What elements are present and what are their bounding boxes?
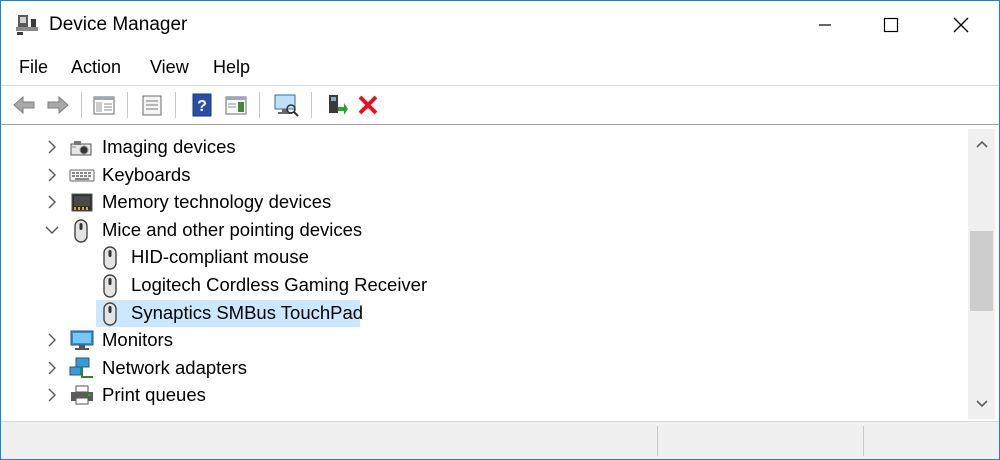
keyboard-icon (69, 164, 95, 186)
maximize-button[interactable] (861, 1, 921, 49)
minimize-icon (819, 24, 831, 26)
chevron-right-icon (48, 140, 56, 154)
expand-toggle[interactable] (43, 166, 61, 184)
tree-item[interactable]: Logitech Cordless Gaming Receiver (7, 272, 968, 298)
action-pane-icon (225, 96, 247, 115)
expand-toggle[interactable] (43, 193, 61, 211)
tree-item[interactable]: Print queues (7, 382, 968, 408)
help-button[interactable]: ? (189, 92, 215, 118)
tree-item-label: HID-compliant mouse (131, 246, 309, 268)
menu-file[interactable]: File (19, 57, 48, 78)
tree-item-label: Imaging devices (102, 136, 236, 157)
mouse-icon (98, 246, 122, 271)
mouse-icon (98, 301, 122, 326)
tree-item-label: Monitors (102, 329, 173, 351)
minimize-button[interactable] (795, 1, 855, 49)
chevron-down-icon (975, 400, 988, 408)
close-button[interactable] (931, 1, 991, 49)
tree-item[interactable]: Memory technology devices (7, 189, 968, 215)
tree-item[interactable]: Mice and other pointing devices (7, 217, 968, 243)
tree-item[interactable]: Monitors (7, 327, 968, 353)
tree-item-label: Keyboards (102, 163, 191, 185)
chevron-right-icon (48, 388, 56, 402)
chevron-right-icon (48, 168, 56, 182)
window-title: Device Manager (49, 14, 188, 35)
status-divider (657, 426, 658, 456)
chevron-down-icon (45, 226, 59, 234)
expand-toggle[interactable] (43, 386, 61, 404)
chevron-up-icon (975, 140, 988, 148)
status-bar (1, 421, 999, 459)
status-divider (863, 426, 864, 456)
device-manager-window: Device Manager File Action View Help ? I… (0, 0, 1000, 460)
chevron-right-icon (48, 195, 56, 209)
toolbar: ? (1, 86, 999, 125)
tree-item-label: Synaptics SMBus TouchPad (131, 301, 364, 323)
properties-icon (142, 95, 162, 116)
update-driver-icon (329, 95, 348, 115)
tree-item-label: Memory technology devices (102, 191, 332, 213)
vertical-scrollbar[interactable] (968, 129, 995, 419)
expand-toggle[interactable] (43, 359, 61, 377)
forward-icon (47, 95, 69, 115)
scrollbar-thumb[interactable] (970, 231, 993, 311)
tree-item-label: Network adapters (102, 356, 247, 378)
update-driver-button[interactable] (323, 92, 349, 118)
device-manager-icon (15, 13, 39, 37)
scan-hardware-button[interactable] (273, 92, 299, 118)
tree-item-label: Print queues (102, 384, 206, 406)
mouse-icon (98, 274, 122, 298)
network-icon (69, 357, 93, 379)
tree-item[interactable]: HID-compliant mouse (7, 244, 968, 271)
scroll-down-button[interactable] (968, 389, 995, 419)
expand-toggle[interactable] (43, 331, 61, 349)
action-pane-button[interactable] (223, 92, 249, 118)
device-tree[interactable]: Imaging devices Keyboards Memory technolog… (7, 129, 968, 419)
tree-item-label: Logitech Cordless Gaming Receiver (131, 274, 428, 295)
toolbar-separator (259, 92, 260, 118)
toolbar-separator (311, 92, 312, 118)
close-icon (953, 17, 969, 33)
printer-icon (69, 384, 93, 406)
menu-help[interactable]: Help (213, 57, 250, 78)
show-hide-console-tree-button[interactable] (91, 92, 117, 118)
mouse-icon (69, 219, 93, 243)
menu-view[interactable]: View (150, 57, 189, 78)
help-icon: ? (192, 93, 212, 117)
expand-toggle[interactable] (43, 138, 61, 156)
memory-card-icon (69, 191, 93, 213)
toolbar-separator (81, 92, 82, 118)
forward-button[interactable] (45, 92, 71, 118)
show-hide-console-tree-icon (93, 96, 115, 115)
menu-bar: File Action View Help (1, 51, 999, 86)
scroll-up-button[interactable] (968, 129, 995, 159)
menu-action[interactable]: Action (71, 57, 121, 78)
toolbar-separator (127, 92, 128, 118)
uninstall-icon (358, 95, 378, 115)
tree-item[interactable]: Keyboards (7, 162, 968, 188)
back-icon (13, 95, 35, 115)
tree-item[interactable]: Imaging devices (7, 134, 968, 160)
back-button[interactable] (11, 92, 37, 118)
tree-item[interactable]: Synaptics SMBus TouchPad (7, 299, 968, 327)
title-bar[interactable]: Device Manager (1, 1, 999, 49)
collapse-toggle[interactable] (43, 221, 61, 239)
tree-item[interactable]: Network adapters (7, 355, 968, 381)
scan-hardware-icon (274, 94, 299, 117)
monitor-icon (69, 329, 94, 351)
uninstall-device-button[interactable] (355, 92, 381, 118)
toolbar-separator (175, 92, 176, 118)
camera-icon (69, 136, 93, 158)
tree-item-label: Mice and other pointing devices (102, 218, 363, 240)
properties-button[interactable] (139, 92, 165, 118)
chevron-right-icon (48, 361, 56, 375)
chevron-right-icon (48, 333, 56, 347)
maximize-icon (883, 17, 899, 33)
svg-text:?: ? (197, 98, 207, 115)
